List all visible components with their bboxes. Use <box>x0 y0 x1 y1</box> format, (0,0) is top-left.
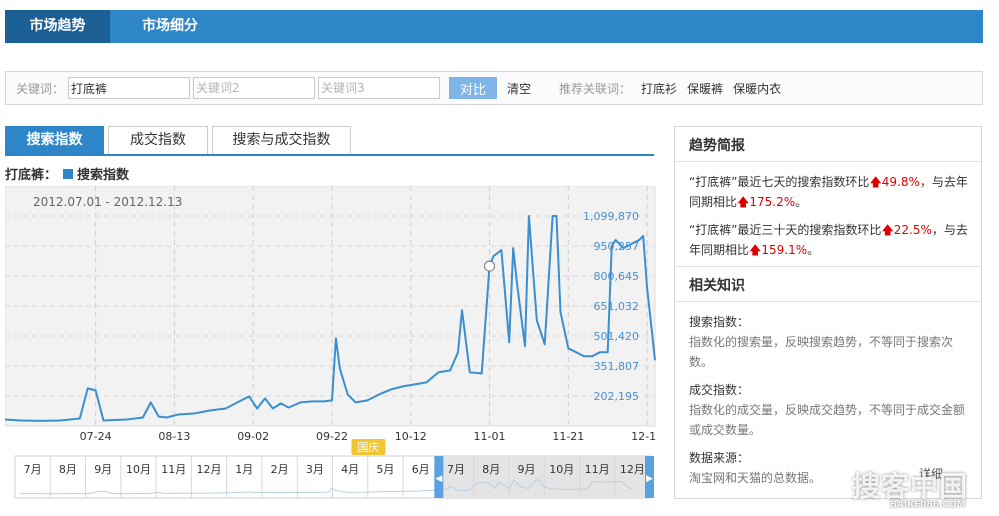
recommend-label: 推荐关联词： <box>559 81 632 96</box>
knowledge-title: 相关知识 <box>675 266 981 302</box>
x-tick-label: 12-11 <box>631 430 657 443</box>
data-point-marker[interactable] <box>483 260 496 272</box>
search-index-desc: 指数化的搜索量，反映搜索趋势，不等同于搜索次数。 <box>689 335 954 369</box>
y-tick-label: 651,032 <box>594 300 640 313</box>
timeline-month-label[interactable]: 8月 <box>59 463 77 476</box>
timeline-month-label[interactable]: 10月 <box>549 463 574 476</box>
timeline-month-label[interactable]: 10月 <box>126 463 151 476</box>
up-arrow-icon: 🡅 <box>869 175 882 189</box>
search-index-chart[interactable]: 1,099,870950,257800,645651,032501,420351… <box>5 186 657 502</box>
x-tick-label: 08-13 <box>158 430 190 443</box>
x-tick-label: 10-12 <box>395 430 427 443</box>
top-nav: 市场趋势 市场细分 <box>5 10 983 43</box>
y-tick-label: 202,195 <box>594 390 640 403</box>
x-tick-label: 07-24 <box>80 430 112 443</box>
timeline-month-label[interactable]: 9月 <box>518 463 536 476</box>
timeline-month-label[interactable]: 2月 <box>271 463 289 476</box>
date-range-label: 2012.07.01 - 2012.12.13 <box>33 195 182 209</box>
trend-brief-30days: “打底裤”最近三十天的搜索指数环比🡅22.5%，与去年同期相比🡅159.1%。 <box>689 223 968 257</box>
compare-button[interactable]: 对比 <box>449 77 498 99</box>
timeline-month-label[interactable]: 11月 <box>585 463 610 476</box>
timeline-month-label[interactable]: 12月 <box>197 463 222 476</box>
up-arrow-icon: 🡅 <box>881 223 894 237</box>
tab-underline <box>5 154 654 156</box>
trend-brief-title: 趋势简报 <box>675 127 981 162</box>
timeline-month-label[interactable]: 7月 <box>447 463 465 476</box>
keyword-bar: 关键词： 对比 清空 推荐关联词： 打底衫 保暖裤 保暖内衣 <box>5 71 983 105</box>
search-index-term: 搜索指数： <box>689 315 750 329</box>
x-tick-label: 09-02 <box>237 430 269 443</box>
watermark-logo: 搜客中国 <box>852 470 969 503</box>
timeline-month-label[interactable]: 4月 <box>341 463 359 476</box>
left-arrow-icon: ◀ <box>435 474 442 484</box>
holiday-label: 国庆 <box>357 440 379 454</box>
timeline-month-label[interactable]: 1月 <box>235 463 253 476</box>
timeline-month-label[interactable]: 11月 <box>161 463 186 476</box>
x-tick-label: 11-21 <box>552 430 584 443</box>
legend-swatch <box>63 168 74 179</box>
deal-index-desc: 指数化的成交量，反映成交趋势，不等同于成交金额或成交数量。 <box>689 403 966 437</box>
legend-series-name: 搜索指数 <box>77 168 130 183</box>
watermark-sub: BAIKE086.COM <box>890 500 966 510</box>
recommended-keyword[interactable]: 保暖裤 <box>687 80 723 97</box>
recommended-keyword[interactable]: 打底衫 <box>641 80 677 97</box>
timeline-month-label[interactable]: 12月 <box>620 463 645 476</box>
y-tick-label: 800,645 <box>594 270 640 283</box>
tab-market-segment[interactable]: 市场细分 <box>110 10 230 43</box>
keyword-input-2[interactable] <box>193 77 316 99</box>
timeline-month-label[interactable]: 8月 <box>482 463 500 476</box>
tab-market-trend[interactable]: 市场趋势 <box>5 10 110 43</box>
keyword-input-3[interactable] <box>318 77 441 99</box>
timeline-month-label[interactable]: 5月 <box>376 463 394 476</box>
timeline-month-label[interactable]: 6月 <box>412 463 430 476</box>
legend-keyword: 打底裤： <box>5 168 58 183</box>
keyword-label: 关键词： <box>16 81 65 96</box>
tab-search-deal-index[interactable]: 搜索与成交指数 <box>212 126 351 155</box>
right-arrow-icon: ▶ <box>646 474 653 484</box>
recommended-keyword[interactable]: 保暖内衣 <box>733 80 781 97</box>
chart-tabs: 搜索指数 成交指数 搜索与成交指数 <box>5 126 355 155</box>
tab-search-index[interactable]: 搜索指数 <box>5 126 104 155</box>
chart-legend: 打底裤： 搜索指数 <box>5 164 129 183</box>
timeline-month-label[interactable]: 9月 <box>94 463 112 476</box>
right-panel: 趋势简报 “打底裤”最近七天的搜索指数环比🡅49.8%，与去年同期相比🡅175.… <box>674 126 982 499</box>
deal-index-term: 成交指数： <box>689 383 750 397</box>
x-tick-label: 09-22 <box>316 430 348 443</box>
up-arrow-icon: 🡅 <box>749 243 762 257</box>
y-tick-label: 351,807 <box>594 360 640 373</box>
trend-brief-7days: “打底裤”最近七天的搜索指数环比🡅49.8%，与去年同期相比🡅175.2%。 <box>689 175 968 209</box>
x-tick-label: 11-01 <box>474 430 506 443</box>
clear-link[interactable]: 清空 <box>507 80 531 97</box>
y-tick-label: 501,420 <box>594 330 640 343</box>
y-tick-label: 1,099,870 <box>583 210 639 223</box>
timeline-month-label[interactable]: 3月 <box>306 463 324 476</box>
timeline-month-label[interactable]: 7月 <box>24 463 42 476</box>
tab-deal-index[interactable]: 成交指数 <box>108 126 208 155</box>
up-arrow-icon: 🡅 <box>737 195 750 209</box>
keyword-input-1[interactable] <box>68 77 191 99</box>
